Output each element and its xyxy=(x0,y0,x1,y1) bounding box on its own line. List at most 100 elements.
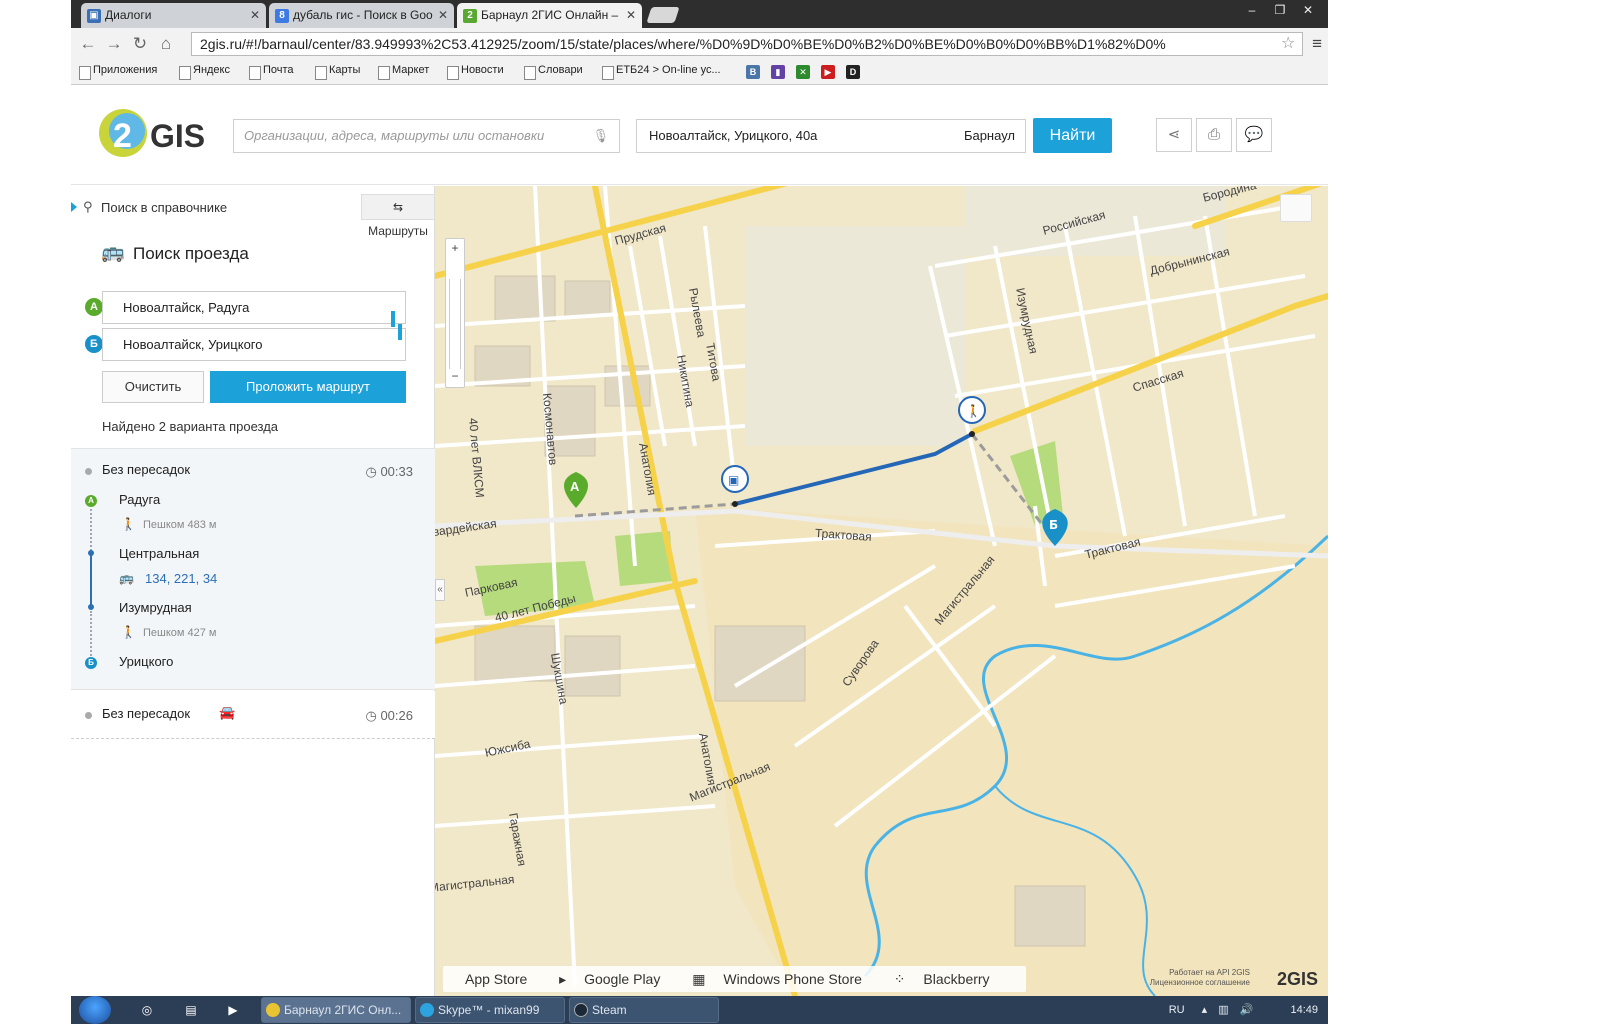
search-input[interactable]: Организации, адреса, маршруты или остано… xyxy=(233,119,620,153)
zoom-in-icon[interactable]: + xyxy=(446,241,464,255)
api-credit[interactable]: Работает на API 2GIS xyxy=(1150,968,1250,978)
taskbar-app-label: Барнаул 2ГИС Онл... xyxy=(284,1003,402,1017)
bookmark-mail[interactable]: Почта xyxy=(247,64,294,80)
blackberry-icon: ⁘ xyxy=(893,971,910,987)
directory-search-link[interactable]: ⚲ Поиск в справочнике xyxy=(71,199,227,215)
tab-dialogs[interactable]: ▣ Диалоги ✕ xyxy=(81,3,266,28)
stop-transfer: Центральная xyxy=(119,546,200,561)
route-variant-1[interactable]: Без пересадок ◷ 00:33 А Радуга 🚶 Пешком … xyxy=(71,448,435,690)
address-bar[interactable]: 2gis.ru/#!/barnaul/center/83.949993%2C53… xyxy=(191,32,1303,56)
minimize-button[interactable]: – xyxy=(1239,2,1265,18)
taskbar-app-chrome[interactable]: Барнаул 2ГИС Онл... xyxy=(261,997,411,1023)
blackberry-link[interactable]: ⁘ Blackberry xyxy=(894,971,1004,987)
license-link[interactable]: Лицензионное соглашение xyxy=(1150,978,1250,988)
clear-button[interactable]: Очистить xyxy=(102,371,204,403)
stop-end: Урицкого xyxy=(119,654,174,669)
point-b-marker-icon: Б xyxy=(85,335,103,353)
zoom-control[interactable]: + − xyxy=(445,238,465,388)
windows-phone-link[interactable]: ▦ Windows Phone Store xyxy=(692,971,876,987)
windows-taskbar: ◎ ▤ ▶ Барнаул 2ГИС Онл... Skype™ - mixan… xyxy=(71,996,1328,1024)
svg-text:▣: ▣ xyxy=(728,473,739,487)
svg-text:🚶: 🚶 xyxy=(966,404,981,418)
route-variant-2[interactable]: Без пересадок 🚘 ◷ 00:26 xyxy=(71,691,435,739)
google-play-label: Google Play xyxy=(584,971,661,987)
zoom-out-icon[interactable]: − xyxy=(446,369,464,383)
results-count: Найдено 2 варианта проезда xyxy=(102,419,279,434)
bookmark-vtb24[interactable]: ЕТБ24 > On-line ус... xyxy=(600,64,721,80)
start-button-icon[interactable] xyxy=(79,996,111,1024)
print-icon[interactable]: ⎙ xyxy=(1196,118,1232,152)
clock-icon: ◷ xyxy=(365,464,381,479)
twitch-icon[interactable]: ▮ xyxy=(771,65,785,79)
xbox-icon[interactable]: ✕ xyxy=(796,65,810,79)
menu-icon[interactable]: ≡ xyxy=(1312,34,1322,54)
clock[interactable]: 14:49 xyxy=(1290,1004,1318,1016)
windows-phone-label: Windows Phone Store xyxy=(723,971,862,987)
bookmark-apps[interactable]: Приложения xyxy=(77,64,157,80)
browser-toolbar: ← → ↻ ⌂ 2gis.ru/#!/barnaul/center/83.949… xyxy=(71,28,1328,60)
bookmark-maps[interactable]: Карты xyxy=(313,64,360,80)
build-route-button[interactable]: Проложить маршрут xyxy=(210,371,406,403)
walk-segment xyxy=(90,611,92,656)
tray-expand-icon[interactable]: ▴ xyxy=(1202,1004,1208,1016)
close-window-button[interactable]: ✕ xyxy=(1295,2,1321,18)
reload-icon[interactable]: ↻ xyxy=(129,33,151,55)
d-site-icon[interactable]: D xyxy=(846,65,860,79)
ie-icon[interactable]: ◎ xyxy=(137,1000,157,1020)
find-button[interactable]: Найти xyxy=(1033,118,1112,153)
bus-lines[interactable]: 134, 221, 34 xyxy=(145,571,217,586)
forward-arrow-icon[interactable]: → xyxy=(103,33,125,55)
exit-point xyxy=(88,604,94,610)
tab-strip: ▣ Диалоги ✕ 8 дубаль гис - Поиск в Goo ✕… xyxy=(71,0,1328,28)
swap-handle[interactable] xyxy=(398,324,402,340)
language-indicator[interactable]: RU xyxy=(1169,1004,1185,1016)
bookmark-star-icon[interactable]: ☆ xyxy=(1281,33,1295,53)
variant-time-value: 00:33 xyxy=(380,464,413,479)
variant-time: ◷ 00:33 xyxy=(365,464,413,480)
2gis-logo[interactable]: 2 GIS xyxy=(95,105,215,161)
walk-distance: Пешком 427 м xyxy=(143,627,217,639)
collapse-panel-icon[interactable]: « xyxy=(435,579,445,601)
microphone-icon[interactable]: 🎙 xyxy=(592,120,609,152)
youtube-icon[interactable]: ▶ xyxy=(821,65,835,79)
network-icon[interactable]: ▥ xyxy=(1218,1004,1228,1016)
map-layers-icon[interactable] xyxy=(1280,194,1312,222)
tab-routes[interactable]: ⇆ Маршруты xyxy=(361,194,435,238)
chrome-icon xyxy=(266,1003,280,1017)
volume-icon[interactable]: 🔊 xyxy=(1240,1004,1254,1016)
blackberry-label: Blackberry xyxy=(923,971,990,987)
maximize-button[interactable]: ❐ xyxy=(1267,2,1293,18)
tab-2gis[interactable]: 2 Барнаул 2ГИС Онлайн – ✕ xyxy=(457,3,642,28)
taskbar-app-skype[interactable]: Skype™ - mixan99 xyxy=(415,997,565,1023)
app-store-link[interactable]: App Store xyxy=(451,971,541,987)
feedback-icon[interactable]: 💬 xyxy=(1236,118,1272,152)
swap-handle[interactable] xyxy=(391,311,395,327)
from-field[interactable]: Новоалтайск, Радуга xyxy=(102,291,406,324)
zoom-slider[interactable] xyxy=(449,279,461,369)
share-icon[interactable]: ⋖ xyxy=(1156,118,1192,152)
vk-icon[interactable]: В xyxy=(746,65,760,79)
bookmark-market[interactable]: Маркет xyxy=(376,64,429,80)
address-input[interactable]: Новоалтайск, Урицкого, 40а Барнаул xyxy=(636,119,1026,153)
back-arrow-icon[interactable]: ← xyxy=(77,33,99,55)
tab-label: Диалоги xyxy=(105,8,152,22)
home-icon[interactable]: ⌂ xyxy=(155,33,177,55)
point-a-marker-icon: А xyxy=(85,298,103,316)
taskbar-app-steam[interactable]: Steam xyxy=(569,997,719,1023)
bookmark-dictionaries[interactable]: Словари xyxy=(522,64,583,80)
city-selector[interactable]: Барнаул xyxy=(964,120,1015,152)
google-play-link[interactable]: ▸ Google Play xyxy=(559,971,674,987)
marker-b-label: Б xyxy=(1049,518,1058,532)
walking-marker: 🚶 xyxy=(958,396,986,424)
close-tab-icon[interactable]: ✕ xyxy=(250,3,260,28)
close-tab-icon[interactable]: ✕ xyxy=(438,3,448,28)
map[interactable]: A ▣ 🚶 Б Прудская Спасская Трактовая Трак… xyxy=(435,186,1328,996)
bookmark-yandex[interactable]: Яндекс xyxy=(177,64,230,80)
bookmark-news[interactable]: Новости xyxy=(445,64,504,80)
media-player-icon[interactable]: ▶ xyxy=(223,1000,243,1020)
explorer-icon[interactable]: ▤ xyxy=(181,1000,201,1020)
new-tab-button[interactable] xyxy=(646,7,680,23)
to-field[interactable]: Новоалтайск, Урицкого xyxy=(102,328,406,361)
close-tab-icon[interactable]: ✕ xyxy=(626,3,636,28)
tab-google-search[interactable]: 8 дубаль гис - Поиск в Goo ✕ xyxy=(269,3,454,28)
